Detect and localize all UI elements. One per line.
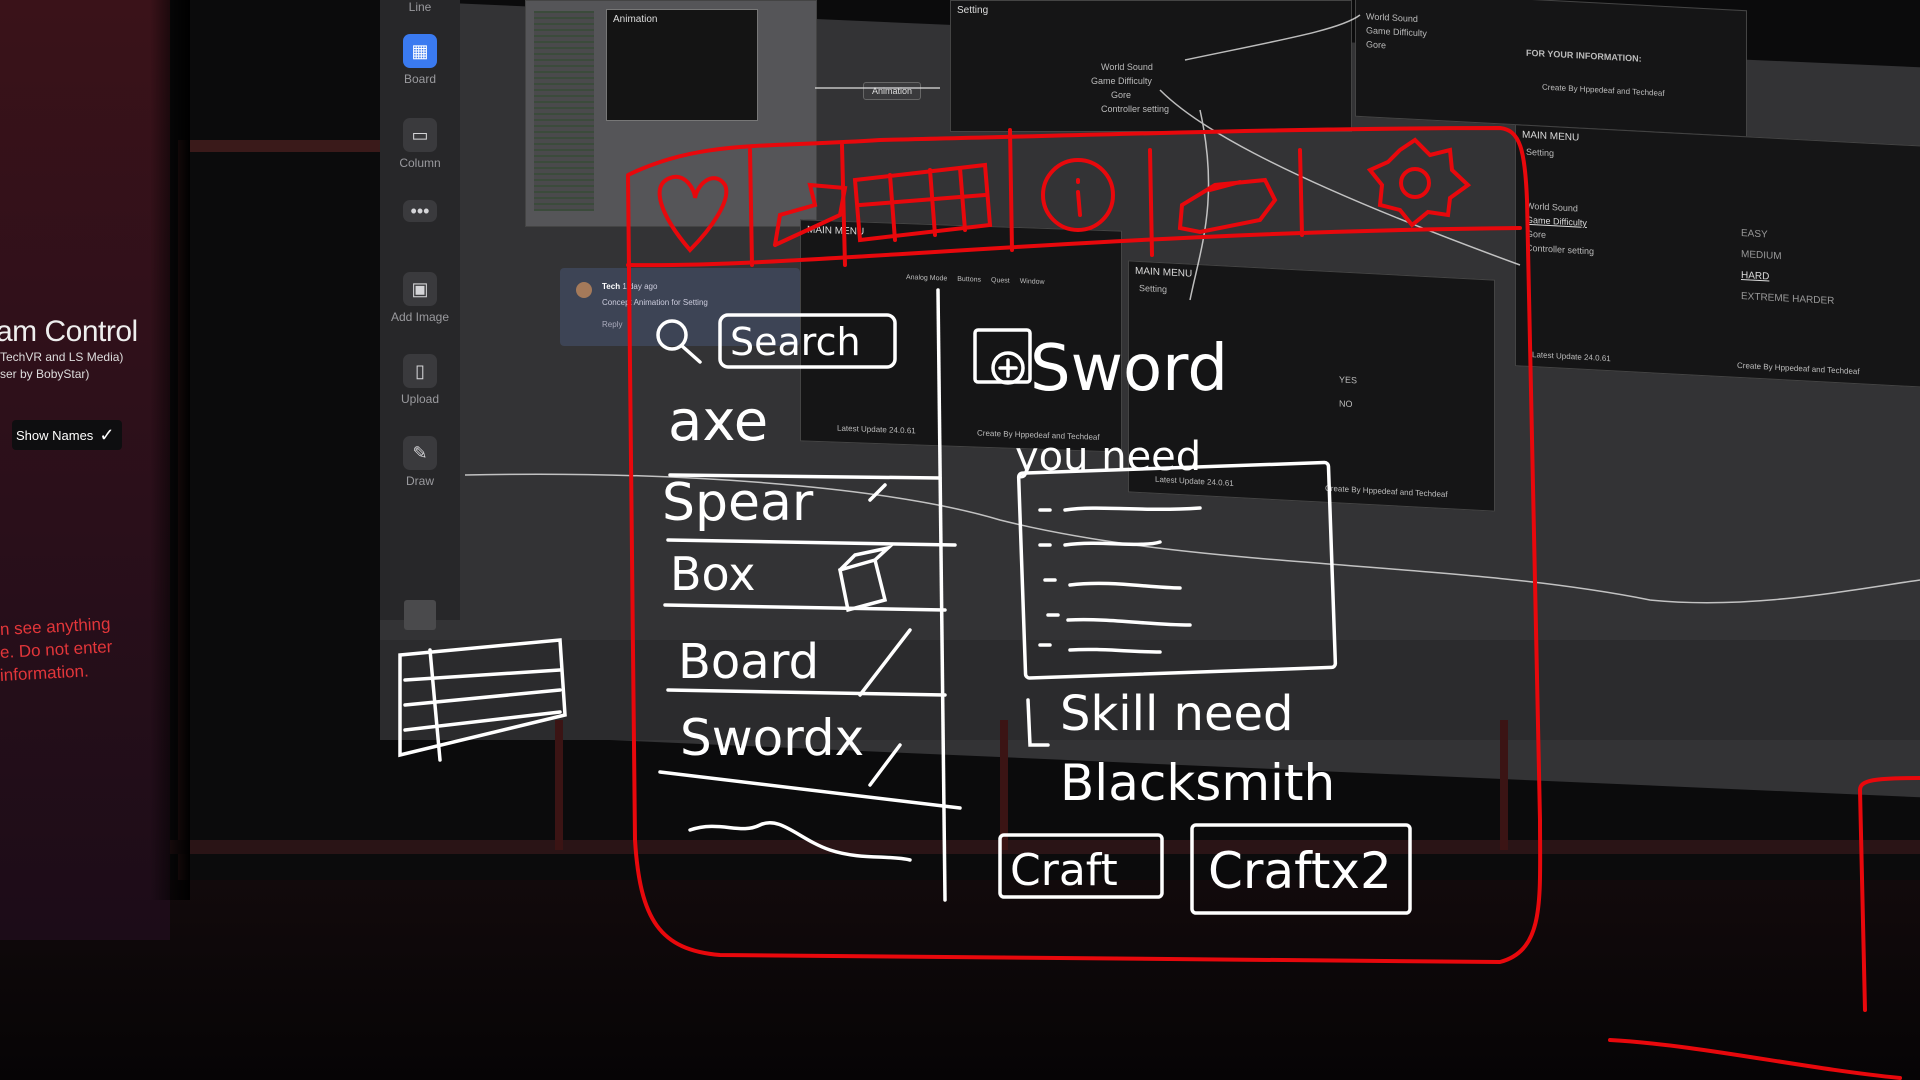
- detail-title: Sword: [1030, 332, 1228, 406]
- ink-layer: Search axe Spear Box Board Swordx Sword …: [398, 14, 1920, 1080]
- list-item: Spear: [662, 473, 814, 533]
- heart-icon: [657, 174, 729, 253]
- you-need-label: you need: [1015, 434, 1201, 480]
- list-item: axe: [668, 389, 768, 454]
- craft-x2-button: Craftx2: [1208, 842, 1392, 900]
- list-item: Box: [670, 547, 756, 601]
- box-icon: [837, 544, 894, 613]
- craft-button: Craft: [1010, 845, 1118, 896]
- sketch-lines: [398, 288, 1412, 915]
- chest-icon: [852, 162, 993, 243]
- sketch-text: Search axe Spear Box Board Swordx Sword …: [662, 320, 1392, 900]
- car-icon: [1177, 177, 1278, 235]
- list-item: Swordx: [680, 709, 864, 767]
- search-label: Search: [730, 320, 861, 364]
- skill-value: Blacksmith: [1060, 754, 1335, 812]
- weapon-icon: [773, 182, 848, 247]
- list-item: Board: [678, 634, 819, 690]
- skill-need-label: Skill need: [1060, 686, 1293, 742]
- chest-sketch-icon: [398, 638, 567, 762]
